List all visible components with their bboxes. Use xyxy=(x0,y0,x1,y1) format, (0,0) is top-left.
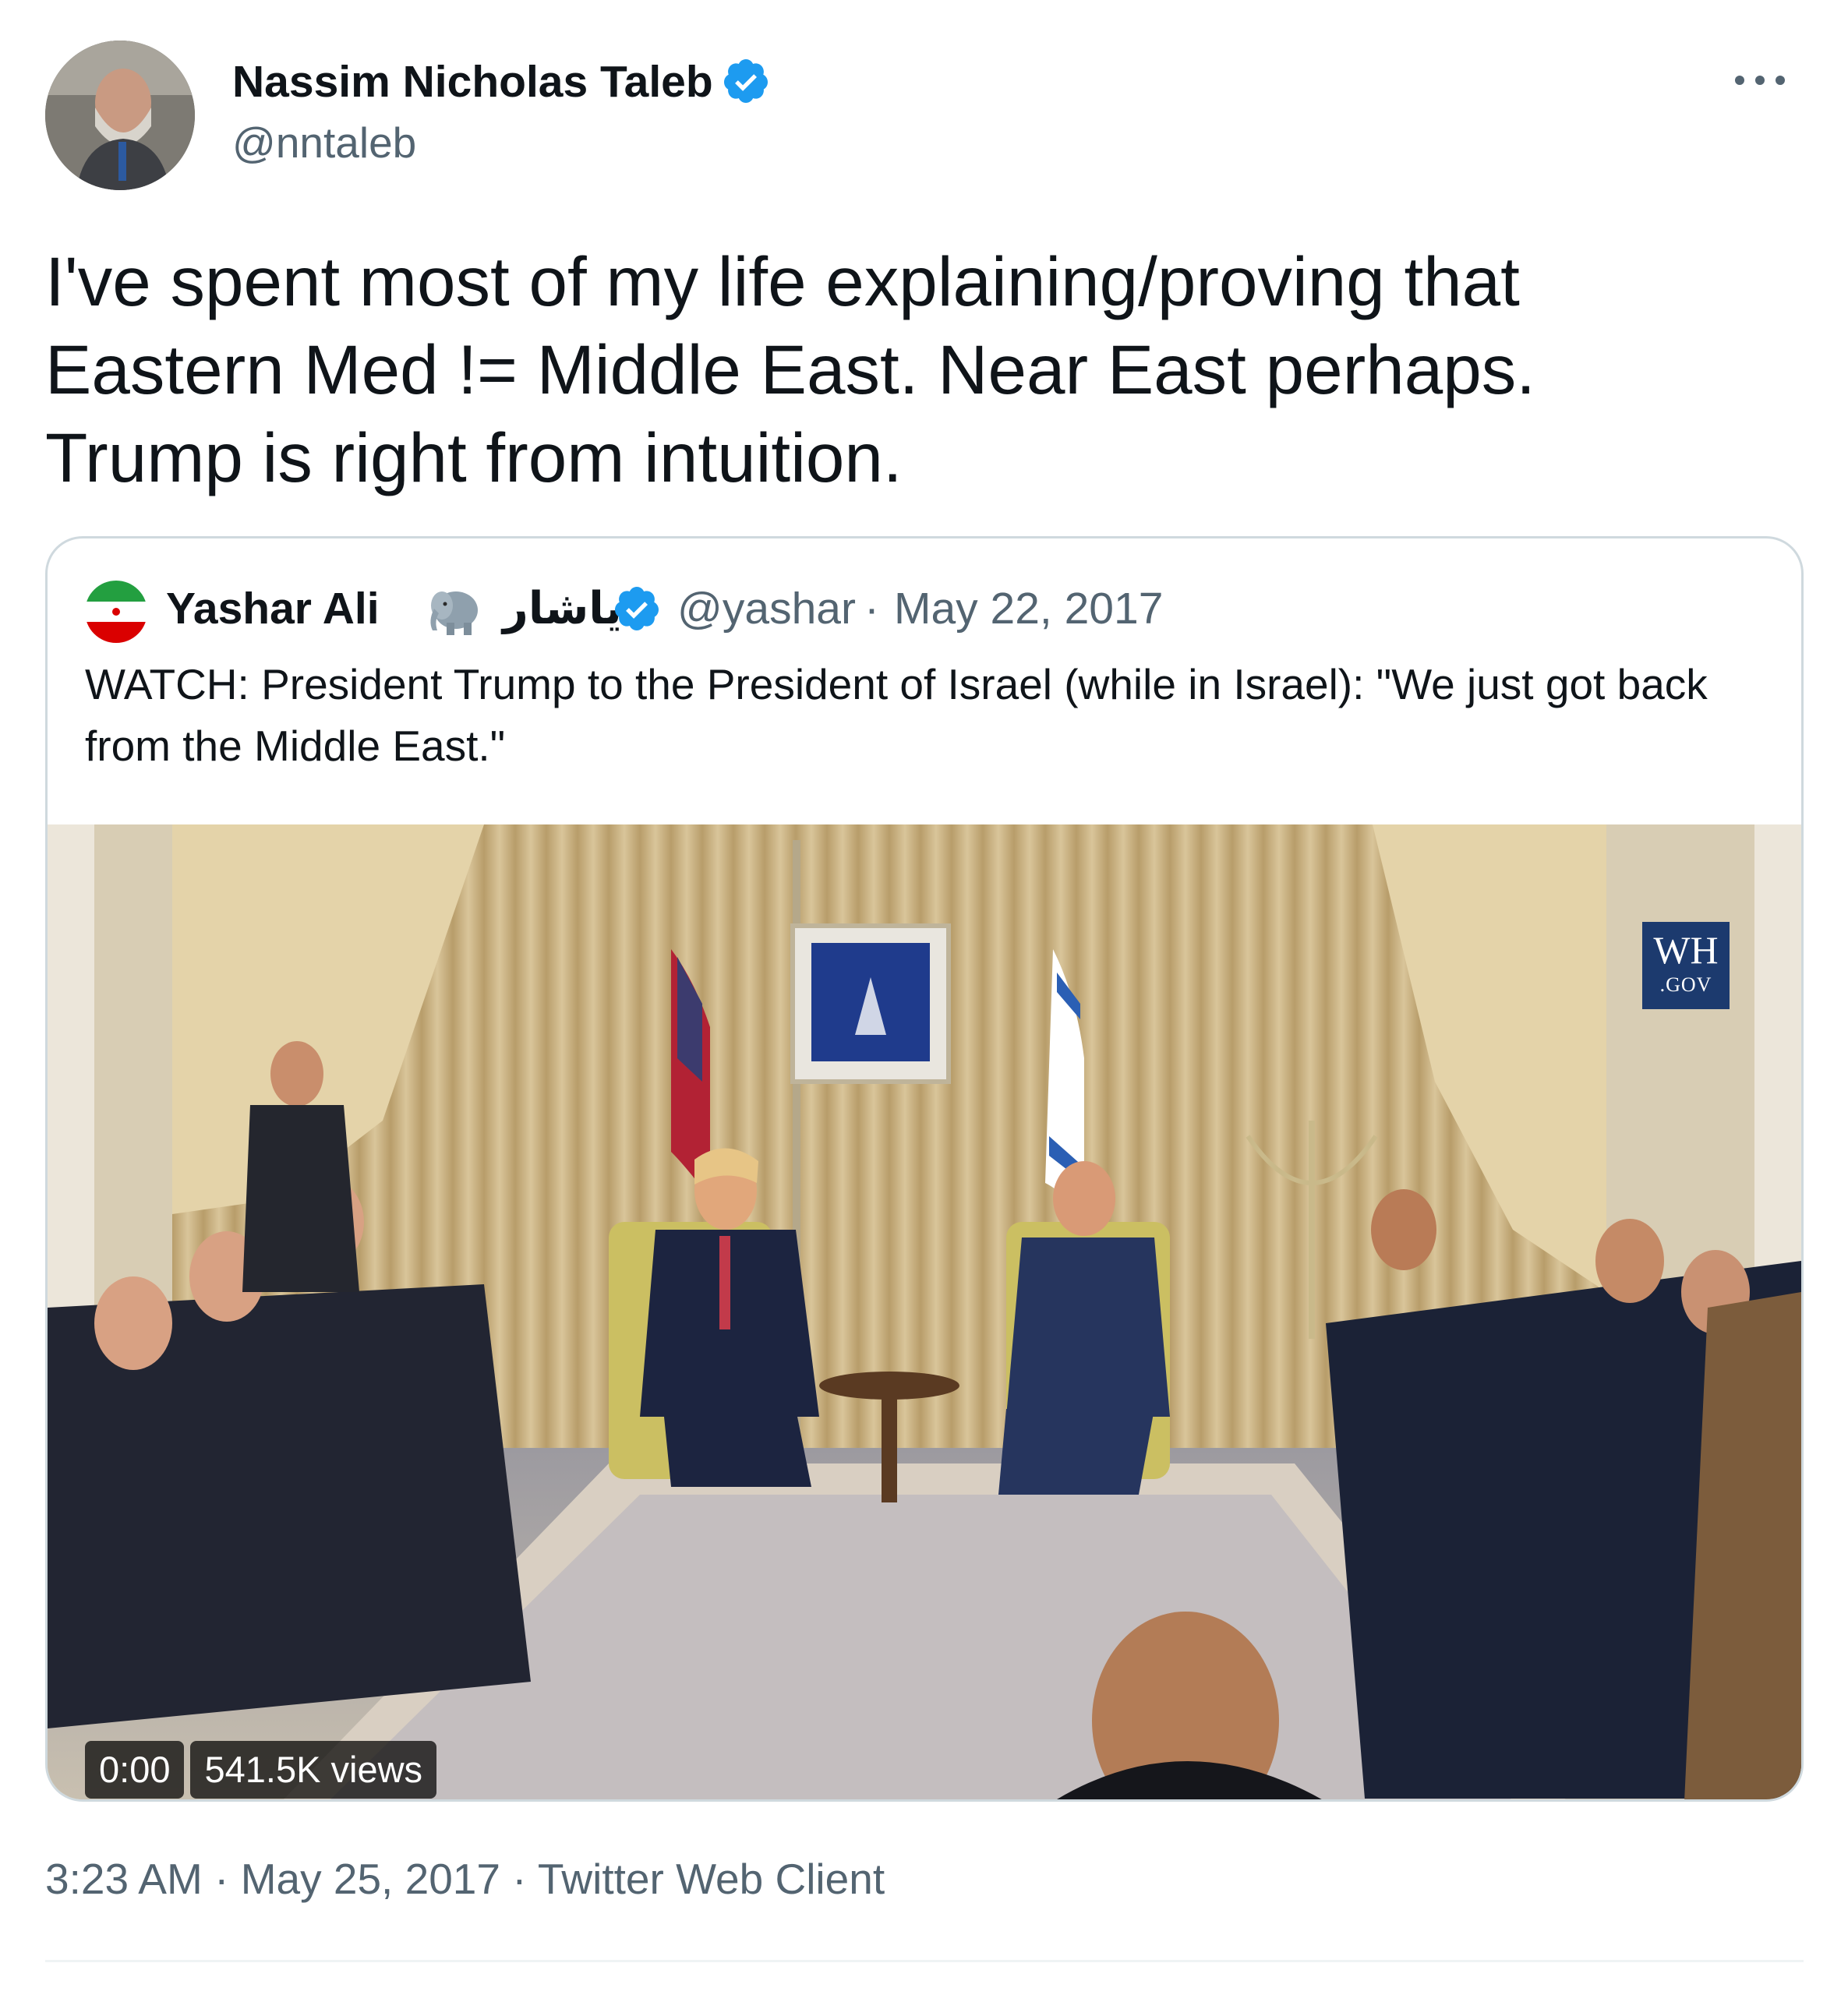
video-views-badge: 541.5K views xyxy=(190,1741,437,1799)
video-thumbnail xyxy=(48,824,1801,1799)
verified-badge-icon xyxy=(614,587,659,630)
verified-badge-icon xyxy=(723,59,768,103)
tweet-text: I've spent most of my life explaining/pr… xyxy=(45,242,1535,496)
video-player[interactable]: WH .GOV 0:00 541.5K views xyxy=(48,824,1801,1799)
author-name-text: Nassim Nicholas Taleb xyxy=(232,57,713,107)
video-time-badge: 0:00 xyxy=(85,1741,185,1799)
wh-gov-watermark: WH .GOV xyxy=(1642,922,1730,1009)
quoted-author-name[interactable]: Yashar Ali xyxy=(166,577,380,640)
quoted-avatar[interactable] xyxy=(85,581,147,643)
divider xyxy=(45,1960,1804,1962)
quoted-author-handle[interactable]: @yashar xyxy=(677,577,856,640)
watermark-top-text: WH xyxy=(1653,928,1719,972)
tweet-client[interactable]: Twitter Web Client xyxy=(538,1855,885,1903)
avatar-photo xyxy=(45,41,195,190)
quoted-author-arabic-name: یاشار xyxy=(503,584,623,634)
iran-flag-icon xyxy=(85,581,147,643)
watermark-bottom-text: .GOV xyxy=(1659,973,1712,996)
tweet-date[interactable]: May 25, 2017 xyxy=(241,1855,500,1903)
quoted-tweet-text: WATCH: President Trump to the President … xyxy=(85,660,1708,770)
tweet-metadata: 3:23 AM · May 25, 2017 · Twitter Web Cli… xyxy=(45,1853,885,1905)
separator-dot: · xyxy=(512,1855,527,1903)
author-name[interactable]: Nassim Nicholas Taleb xyxy=(232,55,771,109)
separator-dot: · xyxy=(864,584,879,634)
more-options-icon[interactable] xyxy=(1732,69,1788,92)
video-badges: 0:00 541.5K views xyxy=(85,1741,437,1799)
separator-dot: · xyxy=(214,1855,229,1903)
quoted-date[interactable]: May 22, 2017 xyxy=(894,577,1163,640)
tweet: Nassim Nicholas Taleb @nntaleb I've spen… xyxy=(0,0,1848,2016)
tweet-time[interactable]: 3:23 AM xyxy=(45,1855,203,1903)
elephant-icon xyxy=(430,591,478,635)
author-handle[interactable]: @nntaleb xyxy=(232,117,416,168)
author-avatar[interactable] xyxy=(45,41,195,190)
quoted-tweet[interactable]: Yashar Ali یاشار @yashar · May 22, 2017 … xyxy=(45,536,1804,1802)
